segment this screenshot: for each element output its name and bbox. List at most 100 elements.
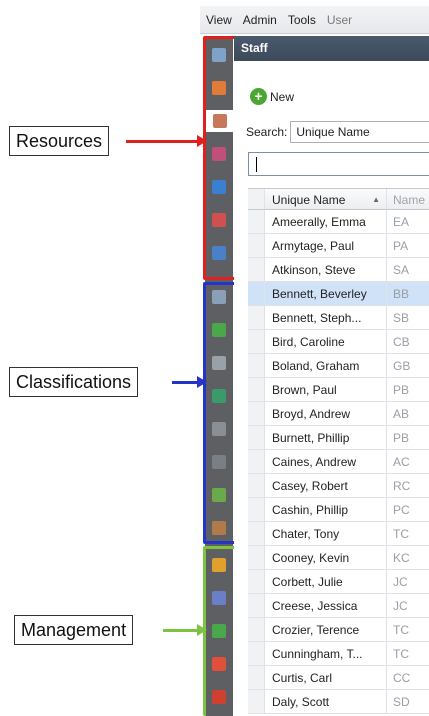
table-row[interactable]: Casey, Robert RC <box>248 474 429 498</box>
cell-name-initials: PA <box>393 239 409 253</box>
table-row[interactable]: Brown, Paul PB <box>248 378 429 402</box>
cell-unique-name: Daly, Scott <box>265 690 387 713</box>
row-selector[interactable] <box>248 570 265 593</box>
cell-name-initials: CC <box>393 671 411 685</box>
table-row[interactable]: Burnett, Phillip PB <box>248 426 429 450</box>
cell-unique-name: Caines, Andrew <box>265 450 387 473</box>
cell-unique-name: Atkinson, Steve <box>265 258 387 281</box>
row-selector[interactable] <box>248 450 265 473</box>
row-selector[interactable] <box>248 666 265 689</box>
search-row: Search: Unique Name <box>246 121 429 143</box>
new-button-label: New <box>270 89 295 104</box>
table-row[interactable]: Crozier, Terence TC <box>248 618 429 642</box>
cell-unique-name: Cooney, Kevin <box>265 546 387 569</box>
table-row[interactable]: Caines, Andrew AC <box>248 450 429 474</box>
row-selector[interactable] <box>248 258 265 281</box>
search-label: Search: <box>246 125 288 139</box>
menu-admin[interactable]: Admin <box>243 13 277 27</box>
table-row[interactable]: Atkinson, Steve SA <box>248 258 429 282</box>
sort-ascending-icon: ▲ <box>372 195 380 204</box>
row-selector[interactable] <box>248 522 265 545</box>
grid-header: Unique Name ▲ Name <box>248 188 429 210</box>
management-callout: Management <box>14 615 134 645</box>
menu-view[interactable]: View <box>206 13 232 27</box>
panel-title: Staff <box>234 36 429 61</box>
table-row[interactable]: Bird, Caroline CB <box>248 330 429 354</box>
table-row[interactable]: Chater, Tony TC <box>248 522 429 546</box>
row-selector[interactable] <box>248 594 265 617</box>
column-unique-name[interactable]: Unique Name ▲ <box>265 189 387 209</box>
staff-grid: Unique Name ▲ Name Ameerally, Emma EA Army… <box>248 188 429 714</box>
table-row[interactable]: Cooney, Kevin KC <box>248 546 429 570</box>
cell-unique-name: Curtis, Carl <box>265 666 387 689</box>
cell-unique-name: Bennett, Beverley <box>265 282 387 305</box>
cell-name-initials: GB <box>393 359 411 373</box>
cell-unique-name: Brown, Paul <box>265 378 387 401</box>
cell-name-initials: SB <box>393 311 410 325</box>
cell-name-initials: PC <box>393 503 410 517</box>
resources-arrow <box>126 135 207 147</box>
cell-name-initials: RC <box>393 479 411 493</box>
table-row[interactable]: Broyd, Andrew AB <box>248 402 429 426</box>
row-selector[interactable] <box>248 354 265 377</box>
classifications-group-frame <box>203 282 237 544</box>
cell-name-initials: KC <box>393 551 410 565</box>
cell-name-initials: TC <box>393 647 409 661</box>
table-row[interactable]: Curtis, Carl CC <box>248 666 429 690</box>
table-row[interactable]: Bennett, Beverley BB <box>248 282 429 306</box>
column-name[interactable]: Name <box>387 189 429 209</box>
menu-tools[interactable]: Tools <box>288 13 316 27</box>
row-selector[interactable] <box>248 210 265 233</box>
row-selector[interactable] <box>248 402 265 425</box>
row-selector[interactable] <box>248 426 265 449</box>
cell-name-initials: BB <box>393 287 410 301</box>
cell-unique-name: Creese, Jessica <box>265 594 387 617</box>
menu-bar: View Admin Tools User <box>200 6 429 34</box>
new-button[interactable]: + New <box>250 88 294 105</box>
column-unique-name-label: Unique Name <box>272 193 346 207</box>
cell-unique-name: Casey, Robert <box>265 474 387 497</box>
management-group-frame <box>203 546 237 716</box>
cell-unique-name: Broyd, Andrew <box>265 402 387 425</box>
row-selector[interactable] <box>248 282 265 305</box>
cell-unique-name: Boland, Graham <box>265 354 387 377</box>
table-row[interactable]: Daly, Scott SD <box>248 690 429 714</box>
cell-name-initials: TC <box>393 527 409 541</box>
row-selector[interactable] <box>248 642 265 665</box>
table-row[interactable]: Armytage, Paul PA <box>248 234 429 258</box>
table-row[interactable]: Cunningham, T... TC <box>248 642 429 666</box>
cell-name-initials: JC <box>393 599 408 613</box>
cell-name-initials: SA <box>393 263 410 277</box>
table-row[interactable]: Bennett, Steph... SB <box>248 306 429 330</box>
row-selector[interactable] <box>248 498 265 521</box>
row-selector[interactable] <box>248 690 265 713</box>
row-selector[interactable] <box>248 234 265 257</box>
search-field-select[interactable]: Unique Name <box>290 121 429 143</box>
cell-name-initials: AC <box>393 455 410 469</box>
row-selector[interactable] <box>248 306 265 329</box>
menu-user[interactable]: User <box>327 13 352 27</box>
cell-name-initials: JC <box>393 575 408 589</box>
cell-unique-name: Chater, Tony <box>265 522 387 545</box>
table-row[interactable]: Corbett, Julie JC <box>248 570 429 594</box>
table-row[interactable]: Ameerally, Emma EA <box>248 210 429 234</box>
row-selector[interactable] <box>248 618 265 641</box>
row-selector[interactable] <box>248 474 265 497</box>
cell-name-initials: CB <box>393 335 410 349</box>
cell-unique-name: Ameerally, Emma <box>265 210 387 233</box>
row-selector[interactable] <box>248 330 265 353</box>
table-row[interactable]: Cashin, Phillip PC <box>248 498 429 522</box>
resources-callout: Resources <box>9 126 110 156</box>
cell-unique-name: Cashin, Phillip <box>265 498 387 521</box>
cell-unique-name: Bennett, Steph... <box>265 306 387 329</box>
cell-unique-name: Armytage, Paul <box>265 234 387 257</box>
staff-panel: Staff + New Search: Unique Name Unique N… <box>234 36 429 716</box>
table-row[interactable]: Boland, Graham GB <box>248 354 429 378</box>
table-row[interactable]: Creese, Jessica JC <box>248 594 429 618</box>
management-arrow <box>163 624 207 636</box>
classifications-callout: Classifications <box>9 367 139 397</box>
cell-name-initials: SD <box>393 695 410 709</box>
row-selector[interactable] <box>248 378 265 401</box>
row-selector[interactable] <box>248 546 265 569</box>
search-input[interactable] <box>248 152 429 176</box>
